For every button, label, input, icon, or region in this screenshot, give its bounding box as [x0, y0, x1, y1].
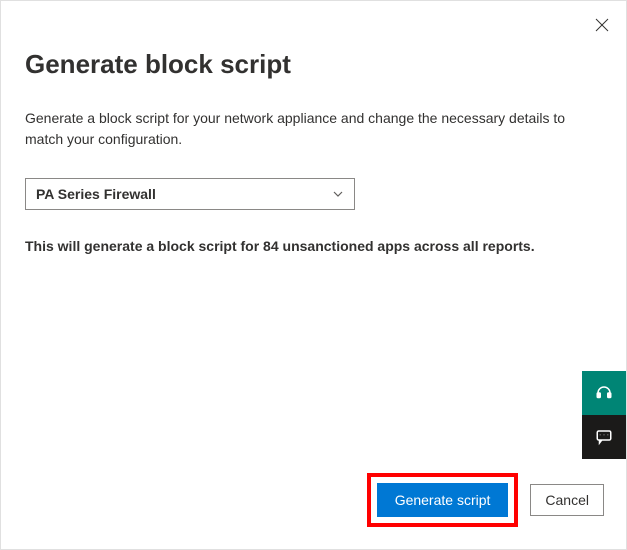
- chat-icon: [595, 428, 613, 446]
- feedback-widget-button[interactable]: [582, 415, 626, 459]
- headset-icon: [595, 384, 613, 402]
- dialog-title: Generate block script: [25, 49, 602, 80]
- dialog-description: Generate a block script for your network…: [25, 108, 602, 150]
- chevron-down-icon: [332, 188, 344, 200]
- annotation-highlight: Generate script: [367, 473, 519, 527]
- appliance-dropdown[interactable]: PA Series Firewall: [25, 178, 355, 210]
- generation-summary-text: This will generate a block script for 84…: [25, 238, 602, 254]
- dropdown-selected-value: PA Series Firewall: [36, 186, 156, 202]
- help-widget-button[interactable]: [582, 371, 626, 415]
- generate-script-button[interactable]: Generate script: [377, 483, 509, 517]
- close-icon: [595, 18, 609, 32]
- close-button[interactable]: [592, 15, 612, 35]
- cancel-button[interactable]: Cancel: [530, 484, 604, 516]
